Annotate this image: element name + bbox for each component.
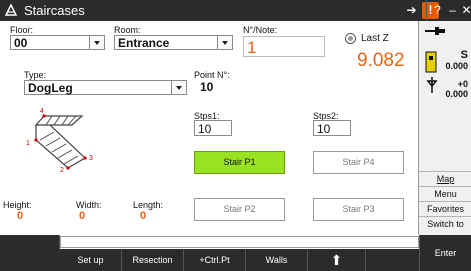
height-label: Height:	[3, 200, 32, 210]
stair-p1-button[interactable]: Stair P1	[194, 151, 285, 174]
diagram-point-4: 4	[40, 108, 44, 115]
note-input[interactable]: 1	[243, 36, 325, 57]
map-button[interactable]: Map	[419, 171, 471, 186]
diagram-point-3: 3	[89, 155, 93, 162]
last-z-label: Last Z	[361, 33, 389, 44]
forward-arrow-icon[interactable]: ➔	[403, 2, 420, 19]
switch-to-button[interactable]: Switch to	[419, 216, 471, 231]
bottom-toolbar: Set up Resection +Ctrl.Pt Walls ⬆	[0, 249, 471, 271]
length-label: Length:	[133, 200, 164, 210]
s-value: 0.000	[445, 61, 468, 71]
walls-button[interactable]: Walls	[246, 249, 308, 271]
chevron-down-icon[interactable]	[171, 81, 186, 94]
ctrl-pt-button[interactable]: +Ctrl.Pt	[184, 249, 246, 271]
close-icon[interactable]: ✕	[458, 2, 471, 19]
floor-value: 00	[14, 36, 28, 50]
type-value: DogLeg	[28, 81, 73, 95]
window-title: Staircases	[24, 3, 85, 18]
s-label: S	[460, 49, 468, 61]
note-value: 1	[247, 38, 257, 57]
prism-target-icon	[427, 77, 437, 93]
type-select[interactable]: DogLeg	[24, 80, 187, 95]
floor-select[interactable]: 00	[10, 35, 105, 50]
title-bar: Staircases ➔ ! ? – ✕	[0, 0, 471, 21]
chevron-down-icon[interactable]	[89, 36, 104, 49]
steps2-value: 10	[317, 122, 331, 136]
diagram-point-1: 1	[26, 140, 30, 147]
steps1-value: 10	[198, 122, 212, 136]
width-value: 0	[79, 210, 86, 222]
height-value: 0	[17, 210, 24, 222]
last-z-radio[interactable]	[345, 33, 356, 44]
app-logo-icon	[4, 3, 18, 16]
setup-button[interactable]: Set up	[60, 249, 122, 271]
offset-label: +0	[457, 79, 468, 89]
steps1-input[interactable]: 10	[194, 120, 232, 136]
battery-icon	[425, 51, 437, 73]
steps2-input[interactable]: 10	[313, 120, 351, 136]
floor-label: Floor:	[10, 25, 34, 35]
shift-up-arrow-icon[interactable]: ⬆	[308, 249, 366, 271]
enter-button[interactable]: Enter	[419, 235, 471, 271]
menu-button[interactable]: Menu	[419, 186, 471, 201]
note-label: N°/Note:	[243, 25, 278, 35]
stair-p2-button[interactable]: Stair P2	[194, 198, 285, 221]
length-value: 0	[140, 210, 147, 222]
stair-p3-button[interactable]: Stair P3	[313, 198, 404, 221]
diagram-point-2: 2	[60, 167, 64, 174]
room-value: Entrance	[118, 36, 170, 50]
favorites-button[interactable]: Favorites	[419, 201, 471, 216]
chevron-down-icon[interactable]	[217, 36, 232, 49]
room-label: Room:	[114, 25, 141, 35]
offset-value: 0.000	[445, 89, 468, 99]
dogleg-stair-diagram	[34, 114, 87, 170]
width-label: Width:	[76, 200, 102, 210]
right-panel: S 0.000 +0 0.000 Map Menu Favorites Swit…	[418, 21, 471, 235]
resection-button[interactable]: Resection	[122, 249, 184, 271]
stair-p4-button[interactable]: Stair P4	[313, 151, 404, 174]
room-select[interactable]: Entrance	[114, 35, 233, 50]
status-field	[60, 236, 419, 248]
instrument-icon	[425, 27, 445, 35]
point-no-value: 10	[200, 80, 214, 94]
title-divider	[426, 0, 427, 21]
point-no-label: Point N°:	[194, 70, 230, 80]
type-label: Type:	[24, 70, 47, 80]
last-z-value: 9.082	[357, 50, 405, 71]
